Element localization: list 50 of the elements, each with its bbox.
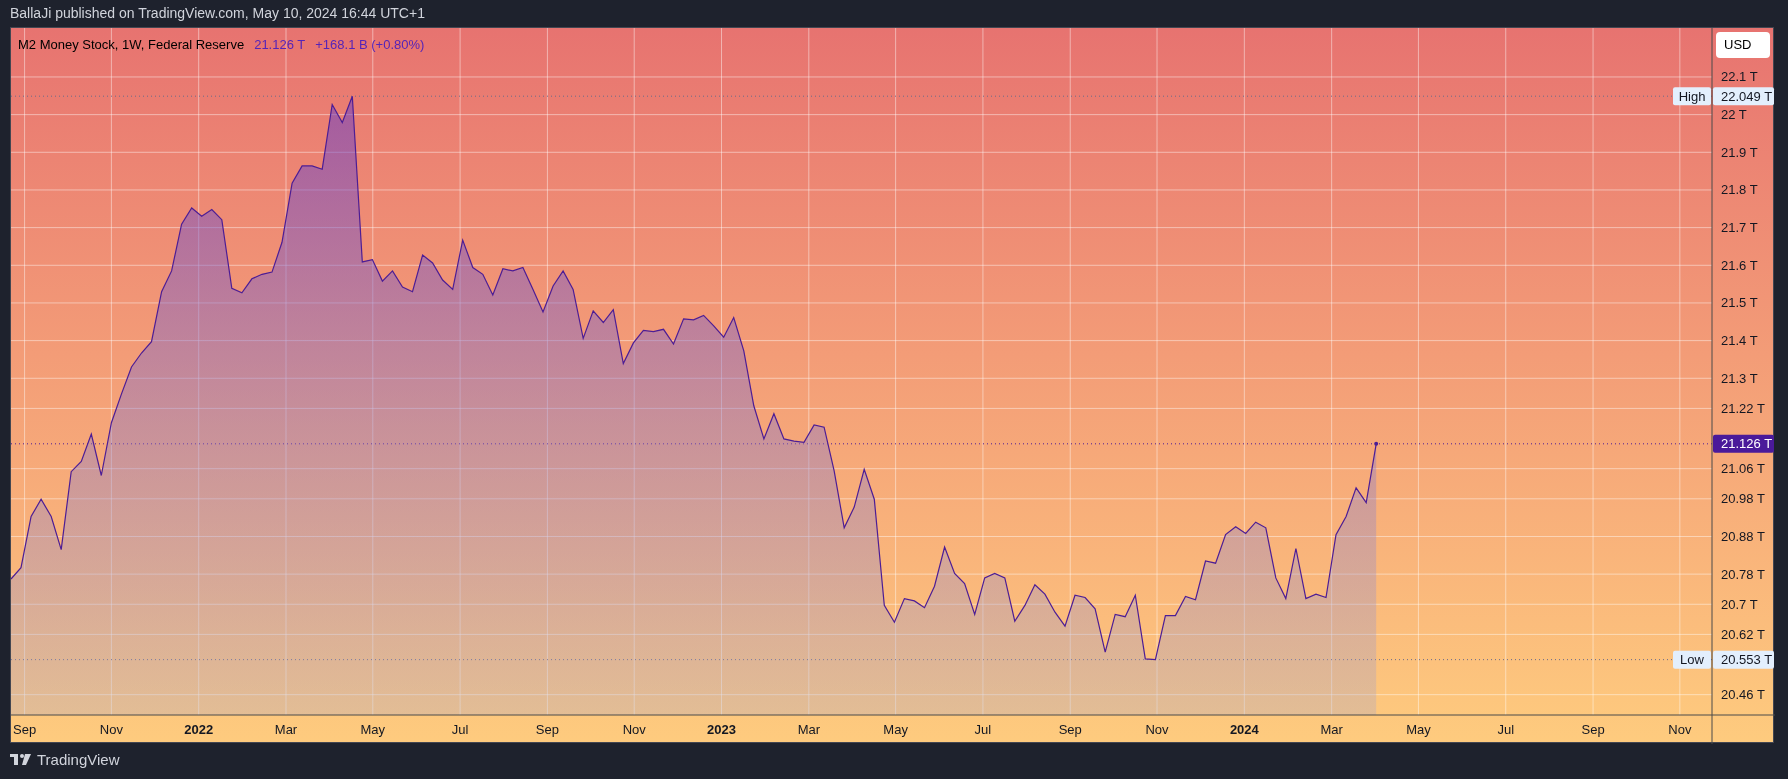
y-axis-label: 21.7 T: [1721, 220, 1758, 236]
y-axis-label: 20.62 T: [1721, 626, 1765, 642]
high-tag: High: [1673, 87, 1711, 106]
y-axis-label: 21.3 T: [1721, 370, 1758, 386]
x-axis-label: Nov: [1145, 722, 1169, 737]
x-axis-label: May: [360, 722, 386, 737]
y-axis-label: 20.98 T: [1721, 491, 1765, 507]
y-axis-label: 20.78 T: [1721, 566, 1765, 582]
last-value-label: 21.126 T: [1713, 434, 1774, 453]
logo-icon: [10, 754, 32, 766]
x-axis-label: Mar: [1320, 722, 1343, 737]
last-point-marker: [1374, 441, 1379, 446]
x-axis-label: 2022: [184, 722, 214, 737]
x-axis-label: 2023: [707, 722, 736, 737]
x-axis-label: Nov: [1668, 722, 1692, 737]
y-axis-label: 21.6 T: [1721, 257, 1758, 273]
y-axis-label: 22 T: [1721, 107, 1747, 123]
x-axis-label: Sep: [535, 722, 559, 737]
y-axis-label: 21.9 T: [1721, 144, 1758, 160]
low-value-label: 20.553 T: [1713, 650, 1774, 669]
x-axis-label: May: [883, 722, 908, 737]
x-axis-label: Nov: [622, 722, 646, 737]
legend-change: +168.1 B (+0.80%): [315, 36, 425, 54]
high-value-label: 22.049 T: [1713, 87, 1774, 106]
x-axis-label: Sep: [1058, 722, 1082, 737]
legend-title: M2 Money Stock, 1W, Federal Reserve: [18, 36, 245, 54]
x-axis-label: Jul: [451, 722, 469, 737]
x-axis-label: 2024: [1229, 722, 1259, 737]
x-axis-label: Jul: [1497, 722, 1515, 737]
y-axis-label: 22.1 T: [1721, 69, 1758, 85]
y-axis-label: 21.5 T: [1721, 295, 1758, 311]
x-axis-label: Sep: [1581, 722, 1605, 737]
y-axis-label: 21.8 T: [1721, 182, 1758, 198]
legend-value: 21.126 T: [254, 36, 306, 54]
logo-text: TradingView: [37, 749, 120, 770]
x-axis-label: Jul: [974, 722, 992, 737]
x-axis-label: Mar: [797, 722, 820, 737]
currency-button[interactable]: USD: [1716, 32, 1770, 58]
y-axis-label: 21.06 T: [1721, 461, 1765, 477]
x-axis-label: Sep: [13, 722, 37, 737]
y-axis-label: 20.88 T: [1721, 528, 1765, 544]
y-axis-label: 21.4 T: [1721, 333, 1758, 349]
x-axis-label: Mar: [274, 722, 298, 737]
x-axis-label: Nov: [99, 722, 123, 737]
publisher-line: BallaJi published on TradingView.com, May 10, 2024 16:44 UTC+1: [10, 4, 425, 23]
y-axis-label: 20.7 T: [1721, 596, 1758, 612]
x-axis-label: May: [1406, 722, 1431, 737]
low-tag: Low: [1673, 650, 1711, 669]
y-axis-label: 21.22 T: [1721, 400, 1765, 416]
y-axis-label: 20.46 T: [1721, 687, 1765, 703]
